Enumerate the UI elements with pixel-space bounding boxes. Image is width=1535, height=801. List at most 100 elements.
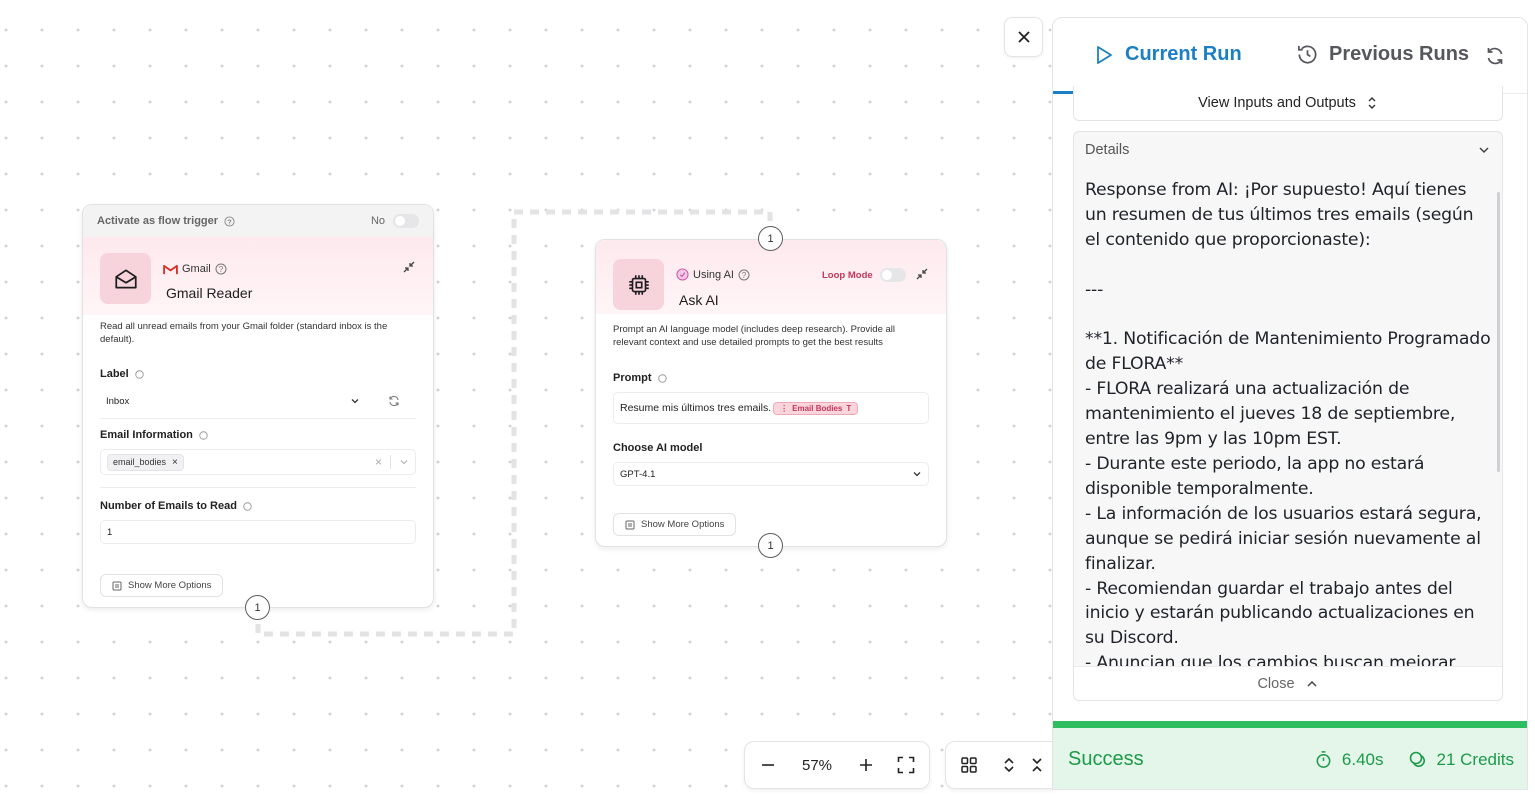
details-section: Details Response from AI: ¡Por supuesto!… bbox=[1073, 131, 1503, 701]
ask-ai-input-port[interactable]: 1 bbox=[758, 226, 783, 251]
svg-text:?: ? bbox=[219, 265, 224, 274]
run-duration: 6.40s bbox=[1341, 749, 1384, 769]
grid-layout-button[interactable] bbox=[949, 745, 989, 785]
prompt-text: Resume mis últimos tres emails. bbox=[620, 402, 772, 414]
ai-response-text: Response from AI: ¡Por supuesto! Aquí ti… bbox=[1085, 180, 1491, 668]
node-description: Read all unread emails from your Gmail f… bbox=[100, 321, 388, 345]
fit-view-button[interactable] bbox=[886, 745, 926, 785]
gmail-node-header: Gmail ? Gmail Reader bbox=[83, 237, 433, 315]
show-more-options-button[interactable]: Show More Options bbox=[613, 513, 737, 536]
ai-badge-icon bbox=[676, 268, 689, 281]
email-information-select[interactable]: email_bodies × × bbox=[100, 449, 416, 475]
cpu-chip-icon bbox=[613, 259, 664, 310]
close-panel-button[interactable] bbox=[1004, 17, 1043, 57]
label-select[interactable]: Inbox bbox=[100, 389, 366, 413]
options-icon bbox=[112, 581, 122, 591]
help-icon[interactable]: ? bbox=[738, 269, 750, 281]
zoom-toolbar: 57% bbox=[744, 741, 930, 789]
refresh-icon[interactable] bbox=[388, 395, 400, 407]
envelope-open-icon bbox=[100, 253, 151, 304]
details-header[interactable]: Details bbox=[1074, 132, 1502, 168]
tab-label: Current Run bbox=[1125, 43, 1242, 65]
text-type-icon: T bbox=[846, 403, 852, 413]
details-close-button[interactable]: Close bbox=[1074, 666, 1502, 700]
details-title: Details bbox=[1085, 142, 1130, 158]
zoom-level: 57% bbox=[801, 756, 833, 774]
ai-node-header: Using AI ? Loop Mode Ask AI bbox=[596, 240, 946, 314]
email-bodies-token[interactable]: ⋮ Email Bodies T bbox=[773, 401, 859, 415]
tab-current-run[interactable]: Current Run bbox=[1093, 43, 1242, 66]
email-count-value: 1 bbox=[107, 526, 113, 538]
node-title: Gmail Reader bbox=[166, 285, 253, 301]
info-icon[interactable] bbox=[657, 373, 667, 383]
node-description: Prompt an AI language model (includes de… bbox=[613, 324, 895, 348]
details-scrollbar[interactable] bbox=[1497, 192, 1500, 472]
chevron-up-down-icon bbox=[1368, 97, 1376, 109]
help-icon[interactable]: ? bbox=[224, 215, 235, 227]
label-value: Inbox bbox=[106, 395, 130, 407]
svg-text:?: ? bbox=[227, 217, 232, 226]
info-icon[interactable] bbox=[199, 430, 208, 440]
loop-mode-toggle[interactable] bbox=[879, 268, 906, 282]
options-icon bbox=[625, 520, 635, 530]
show-more-options-label: Show More Options bbox=[128, 580, 212, 591]
tab-label: Previous Runs bbox=[1329, 43, 1470, 65]
trigger-label: Activate as flow trigger bbox=[97, 215, 219, 227]
ask-ai-output-port[interactable]: 1 bbox=[758, 533, 783, 558]
loop-mode-label: Loop Mode bbox=[822, 269, 873, 281]
token-label: Email Bodies bbox=[792, 403, 843, 413]
refresh-icon[interactable] bbox=[1485, 46, 1505, 66]
info-icon[interactable] bbox=[135, 369, 144, 379]
clear-icon[interactable]: × bbox=[375, 455, 382, 469]
details-close-label: Close bbox=[1257, 675, 1295, 692]
io-button-label: View Inputs and Outputs bbox=[1198, 95, 1356, 111]
collapse-icon[interactable] bbox=[916, 268, 928, 280]
node-title: Ask AI bbox=[679, 292, 719, 308]
collapse-icon[interactable] bbox=[403, 261, 415, 273]
gmail-reader-node[interactable]: Activate as flow trigger ? No Gmail ? Gm… bbox=[82, 204, 434, 608]
zoom-in-button[interactable] bbox=[846, 745, 886, 785]
coins-icon bbox=[1409, 751, 1425, 767]
chevron-down-icon bbox=[1477, 143, 1491, 157]
ai-model-select[interactable]: GPT-4.1 bbox=[613, 462, 929, 486]
flow-trigger-bar: Activate as flow trigger ? No bbox=[83, 205, 433, 237]
remove-chip-icon[interactable]: × bbox=[172, 457, 178, 468]
tab-previous-runs[interactable]: Previous Runs bbox=[1296, 43, 1469, 66]
gmail-output-port[interactable]: 1 bbox=[245, 595, 270, 620]
email-bodies-chip: email_bodies × bbox=[107, 453, 184, 471]
show-more-options-label: Show More Options bbox=[641, 519, 725, 530]
chevron-down-icon bbox=[350, 396, 360, 406]
ai-model-value: GPT-4.1 bbox=[620, 468, 656, 480]
chevron-up-icon bbox=[1307, 680, 1317, 687]
view-inputs-outputs-button[interactable]: View Inputs and Outputs bbox=[1073, 86, 1503, 121]
chevron-down-icon[interactable] bbox=[399, 457, 409, 467]
layout-toolbar bbox=[945, 741, 1055, 789]
ask-ai-node[interactable]: Using AI ? Loop Mode Ask AI Prompt an AI… bbox=[595, 239, 947, 547]
help-icon[interactable]: ? bbox=[215, 263, 227, 275]
field-label: Label bbox=[100, 368, 129, 380]
status-label: Success bbox=[1068, 748, 1144, 770]
trigger-toggle[interactable] bbox=[393, 214, 419, 228]
prompt-input[interactable]: Resume mis últimos tres emails. ⋮ Email … bbox=[613, 392, 929, 424]
gmail-logo-icon bbox=[163, 264, 178, 275]
show-more-options-button[interactable]: Show More Options bbox=[100, 574, 224, 597]
email-count-input[interactable]: 1 bbox=[100, 520, 416, 544]
trigger-value: No bbox=[370, 215, 385, 227]
token-grip-icon: ⋮ bbox=[780, 403, 789, 413]
collapse-all-button[interactable] bbox=[1029, 745, 1049, 785]
service-name: Using AI bbox=[693, 268, 734, 281]
history-icon bbox=[1298, 45, 1317, 64]
field-label: Number of Emails to Read bbox=[100, 500, 237, 512]
field-label: Choose AI model bbox=[613, 442, 703, 454]
close-icon bbox=[1017, 31, 1030, 43]
info-icon[interactable] bbox=[243, 501, 252, 511]
play-icon bbox=[1097, 45, 1112, 64]
field-label: Prompt bbox=[613, 372, 652, 384]
run-panel: Current Run Previous Runs View Inputs an… bbox=[1052, 17, 1528, 790]
run-status-bar: Success 6.40s 21 Credits bbox=[1053, 721, 1527, 789]
zoom-out-button[interactable] bbox=[748, 745, 788, 785]
run-tabs: Current Run Previous Runs bbox=[1053, 18, 1527, 94]
expand-all-button[interactable] bbox=[989, 745, 1029, 785]
run-credits: 21 Credits bbox=[1436, 749, 1514, 769]
service-name: Gmail bbox=[182, 263, 211, 275]
